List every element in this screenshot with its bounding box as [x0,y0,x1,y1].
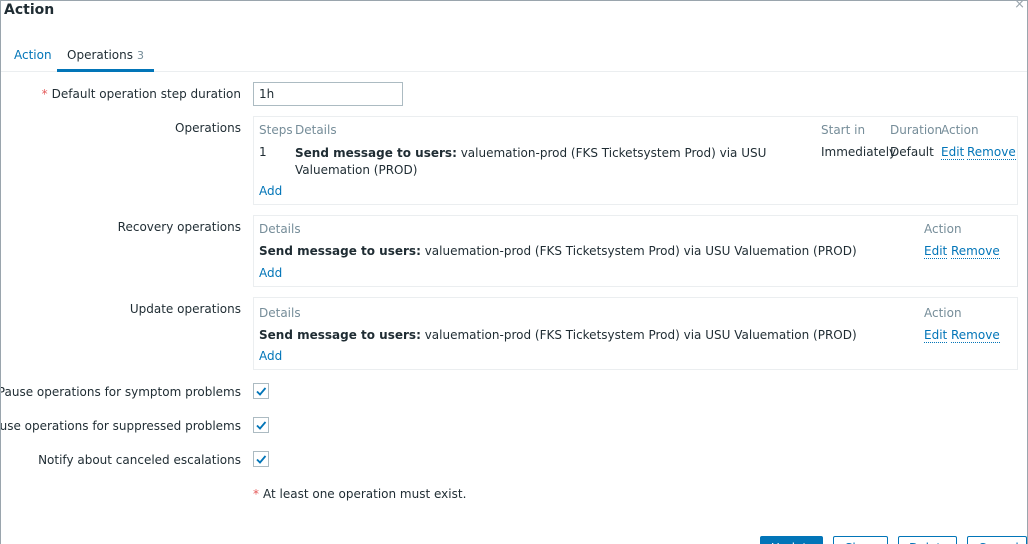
operations-label: Operations [175,121,241,135]
required-note-text: At least one operation must exist. [263,487,467,501]
tab-action[interactable]: Action [4,41,62,72]
required-mark: * [41,87,48,101]
close-icon[interactable]: × [1014,1,1025,12]
action-dialog: Action × Action Operations 3 * Default ope… [0,0,1028,544]
recovery-remove-link[interactable]: Remove [951,244,1000,259]
update-operations-label: Update operations [129,302,241,316]
recovery-operations-label: Recovery operations [117,220,241,234]
recovery-details-bold: Send message to users: [259,244,421,258]
tab-operations-count: 3 [136,49,144,62]
update-add-link[interactable]: Add [259,349,282,363]
operation-remove-link[interactable]: Remove [967,145,1016,160]
recovery-edit-link[interactable]: Edit [924,244,948,259]
operations-add-link[interactable]: Add [259,184,282,198]
tab-operations-label: Operations [67,48,133,62]
recovery-operations-table: Details Action Send message to users: va… [253,215,1018,287]
col-action: Action [924,306,962,320]
col-action: Action [924,222,962,236]
tab-bar: Action Operations 3 [1,41,1027,72]
update-button[interactable]: Update [760,536,823,544]
recovery-details-text: valuemation-prod (FKS Ticketsystem Prod)… [420,244,857,258]
cancel-button[interactable]: Cancel [967,536,1027,544]
update-details: Send message to users: valuemation-prod … [259,328,857,342]
notify-canceled-label: Notify about canceled escalations [38,453,241,467]
notify-canceled-checkbox[interactable] [253,451,269,467]
col-details: Details [259,306,301,320]
step-duration-label-text: Default operation step duration [51,87,241,101]
pause-suppressed-checkbox[interactable] [253,417,269,433]
operation-step: 1 [259,145,267,159]
step-duration-input[interactable]: 1h [253,82,403,106]
tab-action-label: Action [14,48,52,62]
clone-button[interactable]: Clone [833,536,888,544]
required-note: * At least one operation must exist. [253,487,466,501]
update-edit-link[interactable]: Edit [924,328,948,343]
col-action: Action [941,123,979,137]
pause-suppressed-label: Pause operations for suppressed problems [0,419,241,433]
update-remove-link[interactable]: Remove [951,328,1000,343]
operation-edit-link[interactable]: Edit [941,145,965,160]
delete-button[interactable]: Delete [898,536,957,544]
checkmark-icon [256,455,267,464]
operation-duration: Default [890,145,934,159]
update-details-text: valuemation-prod (FKS Ticketsystem Prod)… [420,328,857,342]
col-details: Details [259,222,301,236]
tab-operations[interactable]: Operations 3 [57,41,154,72]
dialog-title: Action [4,2,55,18]
pause-symptom-checkbox[interactable] [253,383,269,399]
update-details-bold: Send message to users: [259,328,421,342]
col-start-in: Start in [821,123,866,137]
step-duration-label: * Default operation step duration [42,87,241,101]
recovery-add-link[interactable]: Add [259,266,282,280]
checkmark-icon [256,387,267,396]
operations-table: Steps Details Start in Duration Action 1… [253,116,1018,205]
update-operations-table: Details Action Send message to users: va… [253,297,1018,370]
checkmark-icon [256,421,267,430]
operation-details-bold: Send message to users: [295,146,457,160]
required-mark: * [253,487,259,501]
pause-symptom-label: Pause operations for symptom problems [0,385,241,399]
col-details: Details [295,123,337,137]
operation-details: Send message to users: valuemation-prod … [295,145,815,179]
col-duration: Duration [890,123,943,137]
recovery-details: Send message to users: valuemation-prod … [259,244,857,258]
operation-start-in: Immediately [821,145,897,159]
col-steps: Steps [259,123,293,137]
